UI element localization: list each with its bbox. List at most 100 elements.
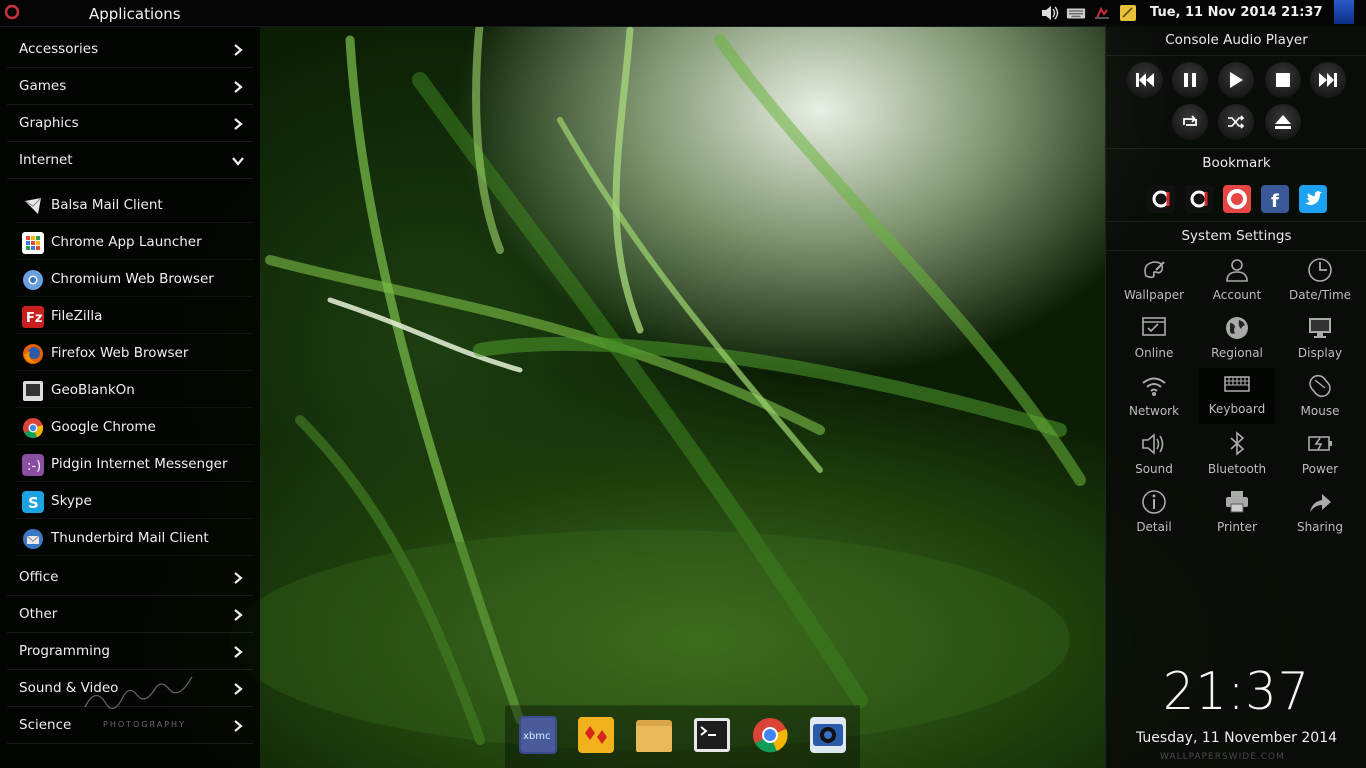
menu-category-games[interactable]: Games [7,68,253,105]
setting-datetime[interactable]: Date/Time [1282,254,1358,310]
repeat-button[interactable] [1172,104,1208,140]
keyboard-icon[interactable] [1066,3,1086,23]
menu-category-accessories[interactable]: Accessories [7,31,253,68]
setting-label: Sharing [1296,520,1344,534]
network-icon[interactable] [1092,3,1112,23]
menu-item-thunderbird[interactable]: Thunderbird Mail Client [15,519,253,556]
dock-terminal[interactable] [693,716,731,754]
setting-wallpaper[interactable]: Wallpaper [1116,254,1192,310]
filezilla-icon: Fz [22,306,44,328]
menu-item-label: Thunderbird Mail Client [51,530,209,546]
menu-item-skype[interactable]: S Skype [15,482,253,519]
stop-button[interactable] [1265,62,1301,98]
menu-item-chrome-app-launcher[interactable]: Chrome App Launcher [15,223,253,260]
menu-item-pidgin[interactable]: :-) Pidgin Internet Messenger [15,445,253,482]
menu-item-label: Chrome App Launcher [51,234,202,250]
info-icon [1142,490,1166,514]
setting-printer[interactable]: Printer [1199,486,1275,542]
pause-icon [1184,73,1196,87]
setting-detail[interactable]: Detail [1116,486,1192,542]
svg-text:xbmc: xbmc [523,731,551,742]
dock-camera[interactable] [809,716,847,754]
setting-label: Bluetooth [1207,462,1267,476]
system-settings-title: System Settings [1181,228,1292,244]
keyboard-icon [1224,376,1250,392]
bookmark-facebook[interactable]: f [1261,185,1289,213]
setting-label: Account [1212,288,1262,302]
geoblankon-icon [23,381,43,401]
bookmark-blankon-2[interactable] [1185,185,1213,213]
menu-item-label: Balsa Mail Client [51,197,163,213]
setting-mouse[interactable]: Mouse [1282,370,1358,426]
workspace-switcher[interactable] [1334,0,1354,24]
setting-power[interactable]: Power [1282,428,1358,484]
setting-label: Printer [1217,520,1257,534]
menu-category-internet[interactable]: Internet [7,142,253,179]
setting-account[interactable]: Account [1199,254,1275,310]
dock-chrome[interactable] [751,716,789,754]
skype-icon: S [22,491,44,513]
shuffle-button[interactable] [1218,104,1254,140]
top-clock[interactable]: Tue, 11 Nov 2014 21:37 [1150,5,1323,20]
setting-sharing[interactable]: Sharing [1282,486,1358,542]
previous-icon [1136,73,1154,87]
menu-item-balsa[interactable]: Balsa Mail Client [15,186,253,223]
menu-item-chromium[interactable]: Chromium Web Browser [15,260,253,297]
setting-bluetooth[interactable]: Bluetooth [1199,428,1275,484]
previous-button[interactable] [1127,62,1163,98]
menu-item-google-chrome[interactable]: Google Chrome [15,408,253,445]
wifi-icon [1142,377,1166,396]
setting-label: Power [1301,462,1339,476]
next-button[interactable] [1310,62,1346,98]
menu-category-other[interactable]: Other [7,596,253,633]
menu-item-firefox[interactable]: Firefox Web Browser [15,334,253,371]
pause-button[interactable] [1172,62,1208,98]
play-button[interactable] [1218,62,1254,98]
volume-icon[interactable] [1040,3,1060,23]
dock-xbmc[interactable]: xbmc [519,716,557,754]
terminal-icon [694,718,730,752]
menu-category-programming[interactable]: Programming [7,633,253,670]
menu-category-office[interactable]: Office [7,559,253,596]
setting-network[interactable]: Network [1116,370,1192,426]
menu-item-label: Skype [51,493,92,509]
bookmark-help[interactable] [1223,185,1251,213]
chrome-icon [23,418,44,439]
chevron-right-icon [234,683,243,695]
menu-item-geoblankon[interactable]: GeoBlankOn [15,371,253,408]
bookmark-twitter[interactable] [1299,185,1327,213]
chevron-right-icon [234,609,243,621]
note-icon[interactable] [1118,3,1138,23]
setting-label: Wallpaper [1123,288,1185,302]
divider [1106,250,1366,251]
menu-item-filezilla[interactable]: Fz FileZilla [15,297,253,334]
setting-label: Detail [1136,520,1172,534]
setting-keyboard[interactable]: Keyboard [1199,368,1275,424]
menu-category-graphics[interactable]: Graphics [7,105,253,142]
firefox-icon [23,344,43,364]
thunderbird-icon [23,529,43,549]
online-icon [1142,317,1166,336]
setting-online[interactable]: Online [1116,312,1192,368]
dock-files[interactable] [635,716,673,754]
menu-category-label: Internet [19,152,73,168]
applications-menu-button[interactable]: Applications [89,5,181,23]
menu-category-label: Accessories [19,41,99,57]
right-sidebar: Console Audio Player Bookmark f System S… [1105,24,1366,768]
setting-sound[interactable]: Sound [1116,428,1192,484]
dock-game[interactable] [577,716,615,754]
divider [1106,221,1366,222]
menu-category-label: Office [19,569,59,585]
setting-display[interactable]: Display [1282,312,1358,368]
menu-item-label: Google Chrome [51,419,156,435]
setting-regional[interactable]: Regional [1199,312,1275,368]
mouse-icon [1309,374,1331,398]
menu-item-label: Pidgin Internet Messenger [51,456,228,472]
play-icon [1230,72,1243,88]
stop-icon [1276,73,1290,87]
setting-label: Date/Time [1288,288,1352,302]
distro-logo-icon[interactable] [4,4,20,20]
bookmark-blankon-1[interactable] [1147,185,1175,213]
eject-button[interactable] [1265,104,1301,140]
menu-category-label: Science [19,717,72,733]
